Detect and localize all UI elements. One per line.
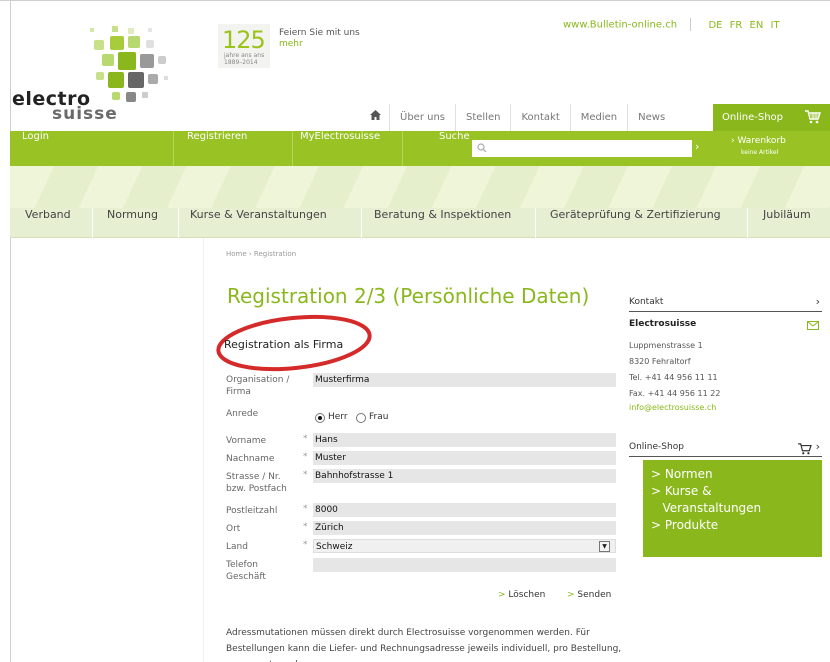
breadcrumb[interactable]: Home › Registration xyxy=(226,250,296,258)
lang-it[interactable]: IT xyxy=(771,20,780,31)
jubilee-number: 125 xyxy=(222,26,266,54)
section-title: Registration als Firma xyxy=(224,338,344,351)
radio-frau-label: Frau xyxy=(369,412,389,422)
chevron-right-icon: > xyxy=(567,590,575,600)
required-mark: * xyxy=(303,540,308,550)
nav-beratung[interactable]: Beratung & Inspektionen xyxy=(374,208,511,238)
strasse-label: Strasse / Nr. bzw. Postfach xyxy=(226,472,287,494)
plz-field[interactable]: 8000 xyxy=(313,503,616,517)
anrede-label: Anrede xyxy=(226,409,259,419)
info-note: Adressmutationen müssen direkt durch Ele… xyxy=(226,628,622,662)
cart-icon xyxy=(805,110,821,124)
login-link[interactable]: Login xyxy=(22,131,49,166)
send-button[interactable]: > Senden xyxy=(567,590,611,600)
nav-kurse[interactable]: Kurse & Veranstaltungen xyxy=(190,208,327,238)
decorative-band xyxy=(10,166,830,208)
bulletin-link[interactable]: www.Bulletin-online.ch xyxy=(563,20,677,31)
contact-city: 8320 Fehraltorf xyxy=(629,357,691,366)
land-label: Land xyxy=(226,542,248,552)
contact-company: Electrosuisse xyxy=(629,319,697,329)
telefon-field[interactable] xyxy=(313,558,616,572)
nav-stellen[interactable]: Stellen xyxy=(455,104,510,131)
nav-verband[interactable]: Verband xyxy=(25,208,71,238)
jubilee-caption: jahre ans ans 1889–2014 xyxy=(224,52,265,66)
org-label: Organisation / Firma xyxy=(226,375,290,397)
search-input[interactable] xyxy=(472,140,692,157)
strasse-field[interactable]: Bahnhofstrasse 1 xyxy=(313,469,616,483)
contact-street: Luppmenstrasse 1 xyxy=(629,341,703,350)
page-frame-top xyxy=(0,0,830,1)
radio-herr-label: Herr xyxy=(328,412,348,422)
nav-geraetepruefung[interactable]: Geräteprüfung & Zertifizierung xyxy=(550,208,721,238)
online-shop-box: > Normen > Kurse & Veranstaltungen > Pro… xyxy=(643,460,822,557)
vorname-field[interactable]: Hans xyxy=(313,433,616,447)
required-mark: * xyxy=(303,452,308,462)
kontakt-header[interactable]: Kontakt › xyxy=(629,296,822,312)
contact-tel: Tel. +41 44 956 11 11 xyxy=(629,373,718,382)
online-shop-label: Online-Shop xyxy=(722,112,784,123)
page-title: Registration 2/3 (Persönliche Daten) xyxy=(227,284,590,308)
nav-ueber-uns[interactable]: Über uns xyxy=(389,104,455,131)
radio-frau[interactable] xyxy=(356,413,366,423)
radio-herr[interactable] xyxy=(315,413,325,423)
register-link[interactable]: Registrieren xyxy=(187,131,247,166)
chevron-down-icon[interactable]: ▼ xyxy=(599,541,610,552)
logo-text-suisse: suisse xyxy=(52,104,118,124)
ort-label: Ort xyxy=(226,524,241,534)
online-shop-tab[interactable]: Online-Shop xyxy=(713,104,830,131)
lang-en[interactable]: EN xyxy=(750,20,764,31)
shop-link-normen[interactable]: > Normen xyxy=(651,466,822,483)
telefon-label: Telefon Geschäft xyxy=(226,560,266,582)
lang-de[interactable]: DE xyxy=(708,20,722,31)
home-icon[interactable] xyxy=(362,104,389,131)
chevron-right-icon: > xyxy=(498,590,506,600)
shop-link-produkte[interactable]: > Produkte xyxy=(651,517,822,534)
required-mark: * xyxy=(303,522,308,532)
org-field[interactable]: Musterfirma xyxy=(313,373,616,387)
promo-link[interactable]: mehr xyxy=(279,39,360,50)
nav-medien[interactable]: Medien xyxy=(569,104,627,131)
nav-normung[interactable]: Normung xyxy=(107,208,158,238)
required-mark: * xyxy=(303,434,308,444)
main-nav: Verband Normung Kurse & Veranstaltungen … xyxy=(10,208,830,238)
contact-fax: Fax. +41 44 956 11 22 xyxy=(629,389,721,398)
chevron-right-icon: › xyxy=(815,440,820,453)
nav-news[interactable]: News xyxy=(627,104,675,131)
required-mark: * xyxy=(303,470,308,480)
vorname-label: Vorname xyxy=(226,436,267,446)
nav-jubilaeum[interactable]: Jubiläum xyxy=(763,208,811,238)
mail-icon[interactable] xyxy=(807,321,819,330)
shop-link-kurse-cont[interactable]: Veranstaltungen xyxy=(651,500,822,517)
cart-icon xyxy=(798,443,812,455)
page-frame-left xyxy=(10,0,11,662)
search-submit-chevron[interactable]: › xyxy=(695,140,699,153)
delete-button[interactable]: > Löschen xyxy=(498,590,545,600)
nachname-label: Nachname xyxy=(226,454,275,464)
land-select[interactable]: Schweiz xyxy=(313,539,616,553)
contact-email-link[interactable]: info@electrosuisse.ch xyxy=(629,403,716,412)
nachname-field[interactable]: Muster xyxy=(313,451,616,465)
promo-text: Feiern Sie mit uns mehr xyxy=(279,28,360,50)
lang-fr[interactable]: FR xyxy=(730,20,743,31)
search-label: Suche xyxy=(439,131,470,142)
search-icon xyxy=(477,143,487,153)
ort-field[interactable]: Zürich xyxy=(313,521,616,535)
nav-kontakt[interactable]: Kontakt xyxy=(510,104,569,131)
user-bar: Login Registrieren MyElectrosuisse Suche xyxy=(10,131,830,166)
plz-label: Postleitzahl xyxy=(226,506,278,516)
required-mark: * xyxy=(303,504,308,514)
online-shop-header[interactable]: Online-Shop › xyxy=(629,441,822,457)
warenkorb-link[interactable]: › Warenkorb keine Artikel xyxy=(731,136,786,158)
top-links: www.Bulletin-online.ch DE FR EN IT xyxy=(563,18,780,31)
chevron-right-icon: › xyxy=(815,295,820,308)
shop-link-kurse[interactable]: > Kurse & xyxy=(651,483,822,500)
top-nav: Über uns Stellen Kontakt Medien News xyxy=(362,104,675,131)
my-electrosuisse-link[interactable]: MyElectrosuisse xyxy=(300,131,380,166)
